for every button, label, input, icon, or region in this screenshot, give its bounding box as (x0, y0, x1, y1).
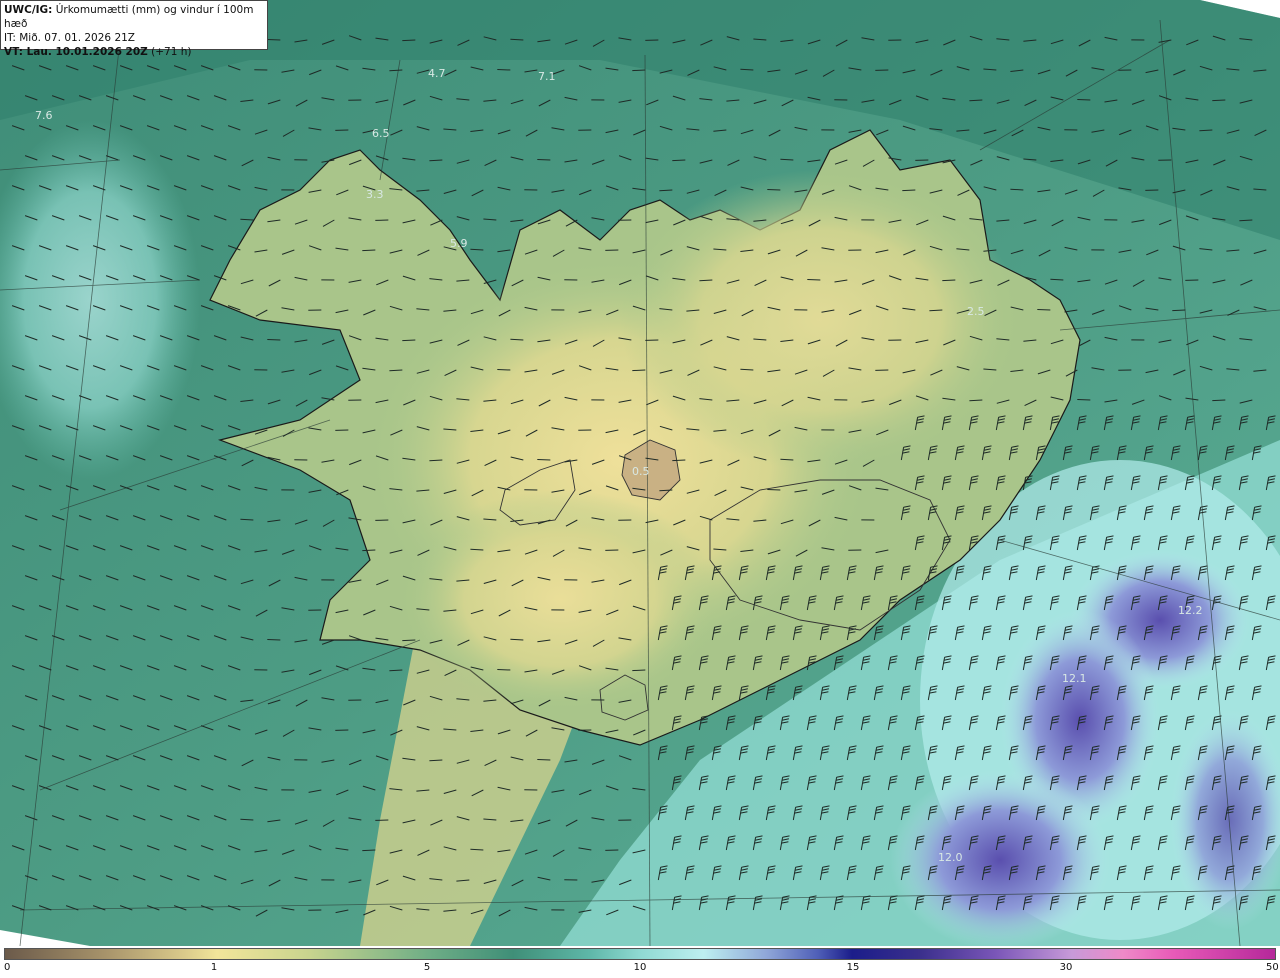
station-value: 4.7 (428, 67, 446, 80)
wind-barb (497, 69, 511, 71)
station-value: 12.0 (938, 851, 963, 864)
wind-barb (537, 159, 551, 161)
wind-barb (672, 459, 686, 462)
colorbar-tick: 1 (210, 962, 218, 973)
station-value: 12.2 (1178, 604, 1203, 617)
station-value: 2.5 (967, 305, 985, 318)
wind-barb (942, 279, 956, 282)
wind-barb (497, 669, 511, 671)
wind-barb (267, 339, 281, 341)
valid-time-label: VT: Lau. 10.01.2026 20Z (4, 46, 148, 58)
map-title: UWC/IG: Úrkomumætti (mm) og vindur í 100… (4, 3, 264, 31)
wind-barb (1212, 99, 1226, 102)
station-value: 7.1 (538, 70, 556, 83)
wind-barb (632, 369, 646, 372)
station-value: 6.5 (372, 127, 390, 140)
station-value: 12.1 (1062, 672, 1087, 685)
wind-barb (1037, 309, 1051, 311)
wind-barb (267, 39, 281, 41)
station-value: 5.9 (450, 237, 468, 250)
wind-barb (807, 279, 821, 281)
colorbar: 0 1 5 10 15 30 50 (0, 946, 1280, 978)
colorbar-tick: 15 (846, 962, 860, 973)
colorbar-tick: 30 (1059, 962, 1073, 973)
station-value: 3.3 (366, 188, 384, 201)
colorbar-tick: 0 (4, 962, 11, 973)
wind-barb (267, 639, 281, 641)
colorbar-tick: 5 (423, 962, 431, 973)
wind-barb (767, 189, 781, 191)
colorbar-tick: 10 (633, 962, 647, 973)
wind-barb (362, 249, 376, 252)
station-value: 7.6 (35, 109, 53, 122)
wind-barb (632, 69, 646, 72)
forecast-offset: (+71 h) (147, 46, 192, 58)
wind-barb (362, 549, 376, 552)
wind-barb (1172, 309, 1186, 312)
valid-time: VT: Lau. 10.01.2026 20Z (+71 h) (4, 45, 264, 59)
colorbar-tick: 50 (1266, 962, 1279, 973)
wind-barb (1077, 399, 1091, 401)
wind-barb (402, 639, 416, 642)
wind-barb (537, 759, 551, 761)
station-value: 0.5 (632, 465, 650, 478)
wind-barb (362, 849, 376, 852)
wind-barb (672, 159, 686, 162)
wind-barb (497, 369, 511, 371)
wind-barb (902, 189, 916, 192)
wind-barb (402, 39, 416, 42)
wind-barb (1077, 99, 1091, 101)
issue-time: IT: Mið. 07. 01. 2026 21Z (4, 32, 135, 44)
wind-barb (632, 669, 646, 672)
wind-barb (1212, 399, 1226, 402)
colorbar-strip (4, 948, 1276, 960)
wind-barb (537, 459, 551, 461)
model-code: UWC/IG: (4, 4, 53, 16)
map-info-box: UWC/IG: Úrkomumætti (mm) og vindur í 100… (0, 0, 268, 58)
wind-barb (767, 489, 781, 491)
wind-barb (402, 339, 416, 342)
